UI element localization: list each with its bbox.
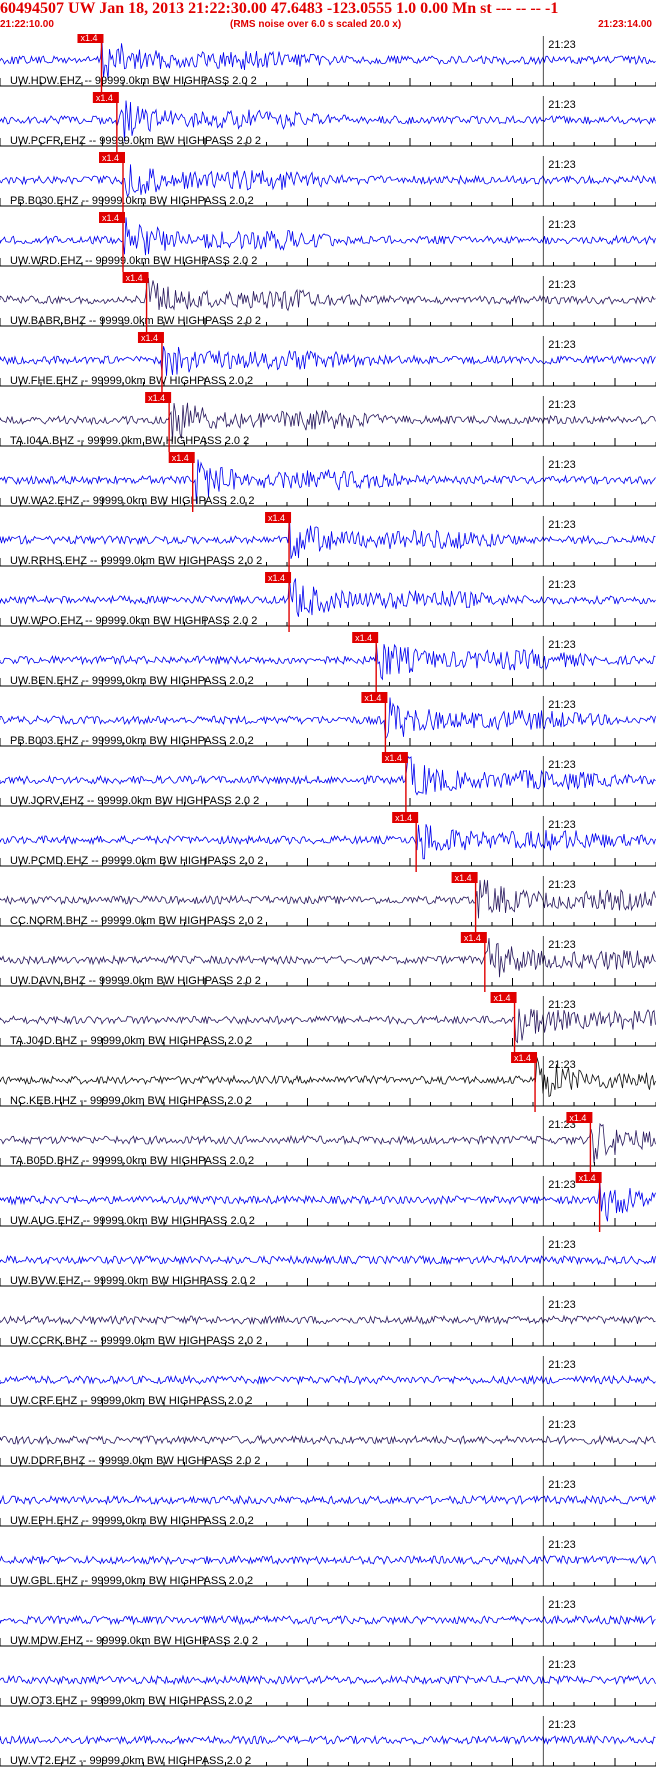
- pick-marker-label: x1.4: [395, 813, 412, 823]
- channel-label: NC.KEB.HHZ -- 99999.0km BW HIGHPASS 2.0 …: [10, 1095, 252, 1107]
- channel-label: UW.MDW.EHZ -- 99999.0km BW HIGHPASS 2.0 …: [10, 1635, 258, 1647]
- minute-marker-label: 21:23: [548, 699, 576, 711]
- channel-label: CC.NORM.BHZ -- 99999.0km BW HIGHPASS 2.0…: [10, 915, 263, 927]
- channel-label: TA.J04D.BHZ -- 99999.0km BW HIGHPASS 2.0…: [10, 1035, 252, 1047]
- minute-marker-label: 21:23: [548, 459, 576, 471]
- channel-label: UW.DDRF.BHZ -- 99999.0km BW HIGHPASS 2.0…: [10, 1455, 260, 1467]
- event-header-title: 60494507 UW Jan 18, 2013 21:22:30.00 47.…: [0, 0, 559, 17]
- seismogram-plot: 21:23 UW.HDW.EHZ -- 99999.0km BW HIGHPASS…: [0, 34, 656, 1767]
- channel-label: UW.AUG.EHZ -- 99999.0km BW HIGHPASS 2.0 …: [10, 1215, 255, 1227]
- channel-label: UW.PCMD.EHZ -- 99999.0km BW HIGHPASS 2.0…: [10, 855, 263, 867]
- minute-marker-label: 21:23: [548, 39, 576, 51]
- minute-marker-label: 21:23: [548, 879, 576, 891]
- channel-label: UW.CRF.EHZ -- 99999.0km BW HIGHPASS 2.0 …: [10, 1395, 252, 1407]
- minute-marker-label: 21:23: [548, 159, 576, 171]
- channel-label: PB.B003.EHZ -- 99999.0km BW HIGHPASS 2.0…: [10, 735, 254, 747]
- waveform-trace: [0, 1554, 656, 1566]
- channel-label: TA.B05D.BHZ -- 99999.0km BW HIGHPASS 2.0…: [10, 1155, 254, 1167]
- minute-marker-label: 21:23: [548, 639, 576, 651]
- minute-marker-label: 21:23: [548, 1599, 576, 1611]
- channel-label: UW.VT2.EHZ -- 99999.0km BW HIGHPASS 2.0 …: [10, 1755, 251, 1767]
- channel-label: UW.GBL.EHZ -- 99999.0km BW HIGHPASS 2.0 …: [10, 1575, 253, 1587]
- channel-label: UW.FHE.EHZ -- 99999.0km BW HIGHPASS 2.0 …: [10, 375, 253, 387]
- pick-marker-label: x1.4: [464, 933, 481, 943]
- minute-marker-label: 21:23: [548, 1539, 576, 1551]
- pick-marker-label: x1.4: [102, 213, 119, 223]
- pick-marker-label: x1.4: [494, 993, 511, 1003]
- minute-marker-label: 21:23: [548, 819, 576, 831]
- minute-marker-label: 21:23: [548, 399, 576, 411]
- start-time-label: 21:22:10.00: [0, 19, 54, 30]
- channel-label: UW.OT3.EHZ -- 99999.0km BW HIGHPASS 2.0 …: [10, 1695, 252, 1707]
- minute-marker-label: 21:23: [548, 219, 576, 231]
- minute-marker-label: 21:23: [548, 1359, 576, 1371]
- rms-noise-note: (RMS noise over 6.0 s scaled 20.0 x): [230, 19, 402, 30]
- channel-label: UW.HDW.EHZ -- 99999.0km BW HIGHPASS 2.0 …: [10, 75, 257, 87]
- pick-marker-label: x1.4: [385, 753, 402, 763]
- pick-marker-label: x1.4: [172, 453, 189, 463]
- channel-label: UW.WRD.EHZ -- 99999.0km BW HIGHPASS 2.0 …: [10, 255, 257, 267]
- pick-marker-label: x1.4: [126, 273, 143, 283]
- pick-marker-label: x1.4: [268, 573, 285, 583]
- minute-marker-label: 21:23: [548, 759, 576, 771]
- waveform-trace: [0, 1734, 656, 1746]
- pick-marker-label: x1.4: [514, 1053, 531, 1063]
- channel-label: UW.BABR.BHZ -- 99999.0km BW HIGHPASS 2.0…: [10, 315, 261, 327]
- minute-marker-label: 21:23: [548, 1659, 576, 1671]
- channel-label: UW.RRHS.EHZ -- 99999.0km BW HIGHPASS 2.0…: [10, 555, 262, 567]
- minute-marker-label: 21:23: [548, 1419, 576, 1431]
- pick-marker-label: x1.4: [96, 93, 113, 103]
- waveform-trace: [0, 1374, 656, 1386]
- end-time-label: 21:23:14.00: [598, 19, 652, 30]
- waveform-trace: [0, 1314, 656, 1326]
- minute-marker-label: 21:23: [548, 999, 576, 1011]
- minute-marker-label: 21:23: [548, 99, 576, 111]
- waveform-trace: [0, 1434, 656, 1446]
- channel-label: UW.CCRK.BHZ -- 99999.0km BW HIGHPASS 2.0…: [10, 1335, 262, 1347]
- pick-marker-label: x1.4: [141, 333, 158, 343]
- pick-marker-label: x1.4: [148, 393, 165, 403]
- minute-marker-label: 21:23: [548, 1719, 576, 1731]
- pick-marker-label: x1.4: [364, 693, 381, 703]
- waveform-trace: [0, 1614, 656, 1626]
- minute-marker-label: 21:23: [548, 1059, 576, 1071]
- channel-label: UW.WPO.EHZ -- 99999.0km BW HIGHPASS 2.0 …: [10, 615, 257, 627]
- minute-marker-label: 21:23: [548, 279, 576, 291]
- channel-label: UW.DAVN.BHZ -- 99999.0km BW HIGHPASS 2.0…: [10, 975, 261, 987]
- minute-marker-label: 21:23: [548, 339, 576, 351]
- channel-label: UW.EPH.EHZ -- 99999.0km BW HIGHPASS 2.0 …: [10, 1515, 254, 1527]
- channel-label: UW.WA2.EHZ -- 99999.0km BW HIGHPASS 2.0 …: [10, 495, 255, 507]
- pick-marker-label: x1.4: [579, 1173, 596, 1183]
- waveform-trace: [0, 1674, 656, 1686]
- waveform-trace: [0, 1494, 656, 1506]
- channel-label: UW.BEN.EHZ -- 99999.0km BW HIGHPASS 2.0 …: [10, 675, 254, 687]
- channel-label: UW.BVW.EHZ -- 99999.0km BW HIGHPASS 2.0 …: [10, 1275, 256, 1287]
- minute-marker-label: 21:23: [548, 1239, 576, 1251]
- channel-label: TA.I04A.BHZ -- 99999.0km BW HIGHPASS 2.0…: [10, 435, 249, 447]
- pick-marker-label: x1.4: [80, 34, 97, 43]
- pick-marker-label: x1.4: [268, 513, 285, 523]
- minute-marker-label: 21:23: [548, 1299, 576, 1311]
- pick-marker-label: x1.4: [569, 1113, 586, 1123]
- channel-label: UW.JORV.EHZ -- 99999.0km BW HIGHPASS 2.0…: [10, 795, 259, 807]
- minute-marker-label: 21:23: [548, 579, 576, 591]
- minute-marker-label: 21:23: [548, 1479, 576, 1491]
- pick-marker-label: x1.4: [455, 873, 472, 883]
- channel-label: PB.B030.EHZ -- 99999.0km BW HIGHPASS 2.0…: [10, 195, 254, 207]
- channel-label: UW.PCFR.EHZ -- 99999.0km BW HIGHPASS 2.0…: [10, 135, 261, 147]
- pick-marker-label: x1.4: [355, 633, 372, 643]
- minute-marker-label: 21:23: [548, 1179, 576, 1191]
- waveform-trace: [0, 1254, 656, 1266]
- pick-marker-label: x1.4: [102, 153, 119, 163]
- minute-marker-label: 21:23: [548, 519, 576, 531]
- minute-marker-label: 21:23: [548, 939, 576, 951]
